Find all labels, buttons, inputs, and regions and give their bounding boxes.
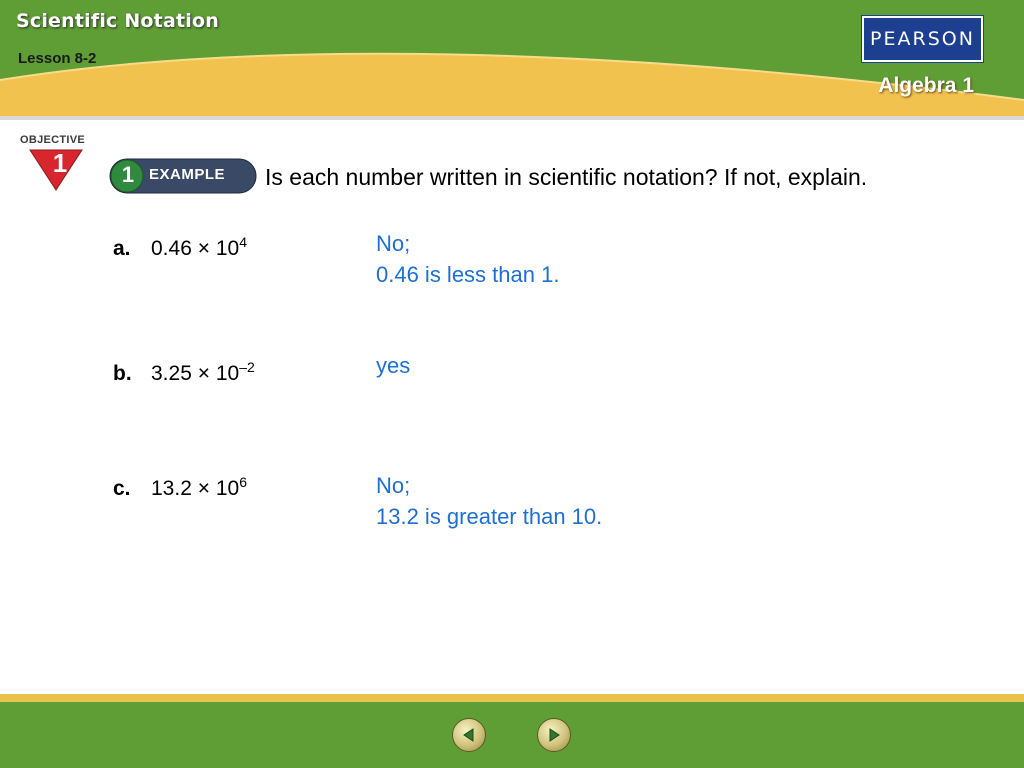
objective-badge: OBJECTIVE 1	[20, 134, 90, 196]
example-badge: 1 EXAMPLE	[109, 158, 257, 194]
pearson-logo: PEARSON	[861, 15, 984, 63]
course-label: Algebra 1	[878, 74, 974, 97]
lesson-label: Lesson 8-2	[18, 50, 97, 67]
answer-line: No;	[376, 231, 411, 256]
footer-background	[0, 702, 1024, 768]
problem-exponent: –2	[239, 359, 255, 375]
left-arrow-icon	[463, 728, 474, 742]
objective-number: 1	[52, 148, 68, 178]
example-number: 1	[121, 162, 135, 187]
problem-base: 10	[215, 477, 240, 500]
previous-slide-button[interactable]	[452, 718, 486, 752]
example-label: EXAMPLE	[149, 166, 226, 183]
answer-b: yes	[376, 350, 410, 381]
page-title: Scientific Notation	[16, 10, 219, 32]
problem-mantissa: 13.2	[151, 477, 192, 500]
problem-a: a. 0.46 × 104	[113, 234, 247, 261]
problem-letter: a.	[113, 237, 131, 260]
problem-letter: c.	[113, 477, 131, 500]
objective-label: OBJECTIVE	[20, 134, 86, 146]
times-sign: ×	[197, 237, 210, 260]
problem-base: 10	[215, 362, 240, 385]
answer-line: 13.2 is greater than 10.	[376, 504, 603, 529]
problem-base: 10	[215, 237, 240, 260]
answer-line: yes	[376, 353, 411, 378]
footer-bar	[0, 694, 1024, 768]
times-sign: ×	[197, 362, 210, 385]
logo-text: PEARSON	[870, 28, 975, 50]
problem-b: b. 3.25 × 10–2	[113, 359, 255, 386]
question-text: Is each number written in scientific not…	[265, 164, 868, 190]
answer-line: 0.46 is less than 1.	[376, 262, 560, 287]
problem-exponent: 6	[239, 474, 247, 490]
problem-exponent: 4	[239, 234, 247, 250]
answer-line: No;	[376, 473, 411, 498]
problem-letter: b.	[113, 362, 132, 385]
footer-stripe	[0, 694, 1024, 702]
problem-c: c. 13.2 × 106	[113, 474, 247, 501]
problem-mantissa: 0.46	[151, 237, 192, 260]
times-sign: ×	[197, 477, 210, 500]
answer-c: No; 13.2 is greater than 10.	[376, 470, 602, 532]
right-arrow-icon	[549, 728, 560, 742]
problem-mantissa: 3.25	[151, 362, 192, 385]
answer-a: No; 0.46 is less than 1.	[376, 228, 559, 290]
next-slide-button[interactable]	[537, 718, 571, 752]
header-banner: Scientific Notation Lesson 8-2 PEARSON A…	[0, 0, 1024, 120]
